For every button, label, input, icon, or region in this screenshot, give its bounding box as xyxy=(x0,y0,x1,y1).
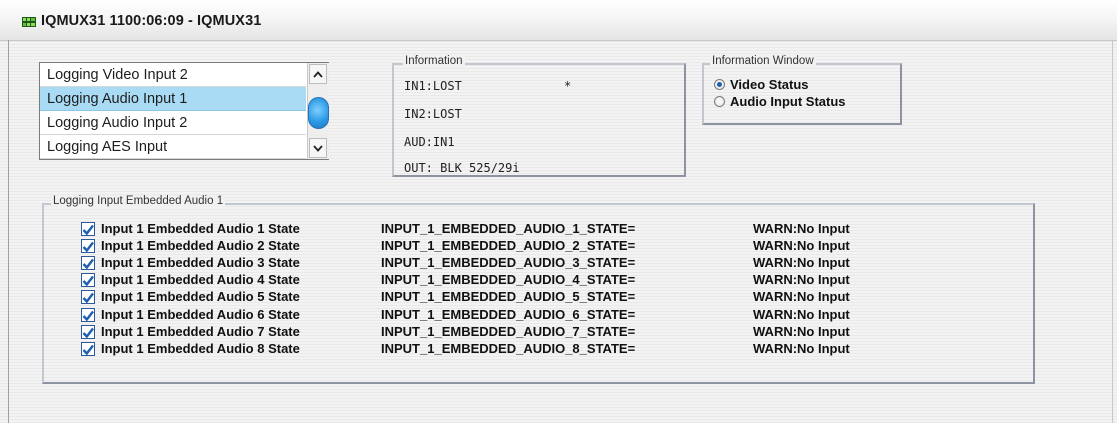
checkmark-icon xyxy=(82,241,94,253)
audio-state-value: WARN:No Input xyxy=(753,340,850,356)
radio-video-status[interactable]: Video Status xyxy=(714,77,809,92)
audio-state-row: Input 1 Embedded Audio 2 State INPUT_1_EM… xyxy=(44,238,944,255)
audio-state-key: INPUT_1_EMBEDDED_AUDIO_7_STATE= xyxy=(381,323,636,339)
audio-state-checkbox[interactable] xyxy=(81,239,95,254)
audio-state-checkbox[interactable] xyxy=(81,307,95,322)
scroll-down-button[interactable] xyxy=(309,138,327,158)
checkmark-icon xyxy=(82,344,94,356)
radio-audio-input-status[interactable]: Audio Input Status xyxy=(714,94,846,109)
information-window-group: Video Status Audio Input Status xyxy=(702,63,902,125)
audio-state-key: INPUT_1_EMBEDDED_AUDIO_2_STATE= xyxy=(381,238,636,254)
checkmark-icon xyxy=(82,293,94,304)
checkmark-icon xyxy=(82,276,94,287)
info-line-in2: IN2:LOST xyxy=(404,107,462,121)
audio-state-checkbox[interactable] xyxy=(81,324,95,339)
radio-button-icon xyxy=(714,79,725,90)
audio-state-checkbox[interactable] xyxy=(81,273,95,288)
audio-state-key: INPUT_1_EMBEDDED_AUDIO_1_STATE= xyxy=(381,221,636,236)
audio-state-label: Input 1 Embedded Audio 1 State xyxy=(101,221,300,236)
audio-state-row: Input 1 Embedded Audio 8 State INPUT_1_EM… xyxy=(44,341,944,358)
info-line-out: OUT: BLK 525/29i xyxy=(404,161,520,175)
audio-state-checkbox[interactable] xyxy=(81,290,95,305)
audio-state-label: Input 1 Embedded Audio 5 State xyxy=(101,289,300,305)
radio-video-status-label: Video Status xyxy=(730,77,809,92)
embedded-audio-group-label: Logging Input Embedded Audio 1 xyxy=(51,195,226,207)
audio-state-row: Input 1 Embedded Audio 4 State INPUT_1_EM… xyxy=(44,272,944,289)
information-group: IN1:LOST * IN2:LOST AUD:IN1 OUT: BLK 525… xyxy=(392,63,686,177)
checkmark-icon xyxy=(82,224,94,236)
embedded-audio-group: Input 1 Embedded Audio 1 State INPUT_1_EM… xyxy=(42,203,1035,384)
audio-state-row: Input 1 Embedded Audio 3 State INPUT_1_EM… xyxy=(44,255,944,272)
window-right-border xyxy=(1112,40,1113,423)
audio-state-value: WARN:No Input xyxy=(753,306,850,322)
info-line-aud: AUD:IN1 xyxy=(404,135,455,149)
audio-state-label: Input 1 Embedded Audio 2 State xyxy=(101,238,300,254)
window-title: IQMUX31 1100:06:09 - IQMUX31 xyxy=(41,13,262,29)
log-type-listbox[interactable]: Logging AES Input Logging Audio Input 2 Lo… xyxy=(39,62,329,160)
audio-state-label: Input 1 Embedded Audio 6 State xyxy=(101,306,300,322)
audio-state-value: WARN:No Input xyxy=(753,323,850,339)
window-title-bar: IQMUX31 1100:06:09 - IQMUX31 xyxy=(0,0,1117,41)
audio-state-value: WARN:No Input xyxy=(753,221,850,236)
audio-state-value: WARN:No Input xyxy=(753,289,850,305)
window-left-border xyxy=(8,40,9,423)
audio-state-label: Input 1 Embedded Audio 8 State xyxy=(101,340,300,356)
list-item[interactable]: Logging Audio Input 2 xyxy=(40,111,306,135)
chevron-down-icon xyxy=(313,144,323,152)
audio-state-row: Input 1 Embedded Audio 7 State INPUT_1_EM… xyxy=(44,324,944,341)
checkmark-icon xyxy=(82,327,94,338)
audio-state-key: INPUT_1_EMBEDDED_AUDIO_5_STATE= xyxy=(381,289,636,305)
audio-state-label: Input 1 Embedded Audio 7 State xyxy=(101,323,300,339)
information-window-group-label: Information Window xyxy=(710,55,816,67)
audio-state-row: Input 1 Embedded Audio 1 State INPUT_1_EM… xyxy=(44,221,944,238)
audio-state-value: WARN:No Input xyxy=(753,272,850,288)
scroll-thumb[interactable] xyxy=(308,97,329,129)
checkmark-icon xyxy=(82,310,94,321)
list-item[interactable]: Logging Audio Input 1 xyxy=(40,87,306,111)
audio-state-label: Input 1 Embedded Audio 3 State xyxy=(101,255,300,271)
audio-state-value: WARN:No Input xyxy=(753,255,850,271)
radio-audio-input-status-label: Audio Input Status xyxy=(730,94,846,109)
information-group-label: Information xyxy=(403,55,465,67)
info-marker: * xyxy=(564,79,572,93)
audio-state-key: INPUT_1_EMBEDDED_AUDIO_4_STATE= xyxy=(381,272,636,288)
scroll-up-button[interactable] xyxy=(309,64,327,84)
audio-state-label: Input 1 Embedded Audio 4 State xyxy=(101,272,300,288)
audio-state-checkbox[interactable] xyxy=(81,341,95,356)
info-line-in1: IN1:LOST xyxy=(404,79,462,93)
audio-state-row: Input 1 Embedded Audio 6 State INPUT_1_EM… xyxy=(44,307,944,324)
audio-state-value: WARN:No Input xyxy=(753,238,850,254)
list-item[interactable]: Logging AES Input xyxy=(40,135,306,159)
list-scrollbar[interactable] xyxy=(307,63,329,159)
chevron-up-icon xyxy=(313,70,323,78)
audio-state-key: INPUT_1_EMBEDDED_AUDIO_8_STATE= xyxy=(381,340,636,356)
radio-button-icon xyxy=(714,96,725,107)
audio-state-checkbox[interactable] xyxy=(81,222,95,236)
audio-state-key: INPUT_1_EMBEDDED_AUDIO_3_STATE= xyxy=(381,255,636,271)
audio-state-checkbox[interactable] xyxy=(81,256,95,271)
audio-state-row: Input 1 Embedded Audio 5 State INPUT_1_EM… xyxy=(44,289,944,306)
list-item[interactable]: Logging Video Input 2 xyxy=(40,63,306,87)
device-grid-icon xyxy=(22,17,36,27)
checkmark-icon xyxy=(82,258,94,270)
audio-state-key: INPUT_1_EMBEDDED_AUDIO_6_STATE= xyxy=(381,306,636,322)
